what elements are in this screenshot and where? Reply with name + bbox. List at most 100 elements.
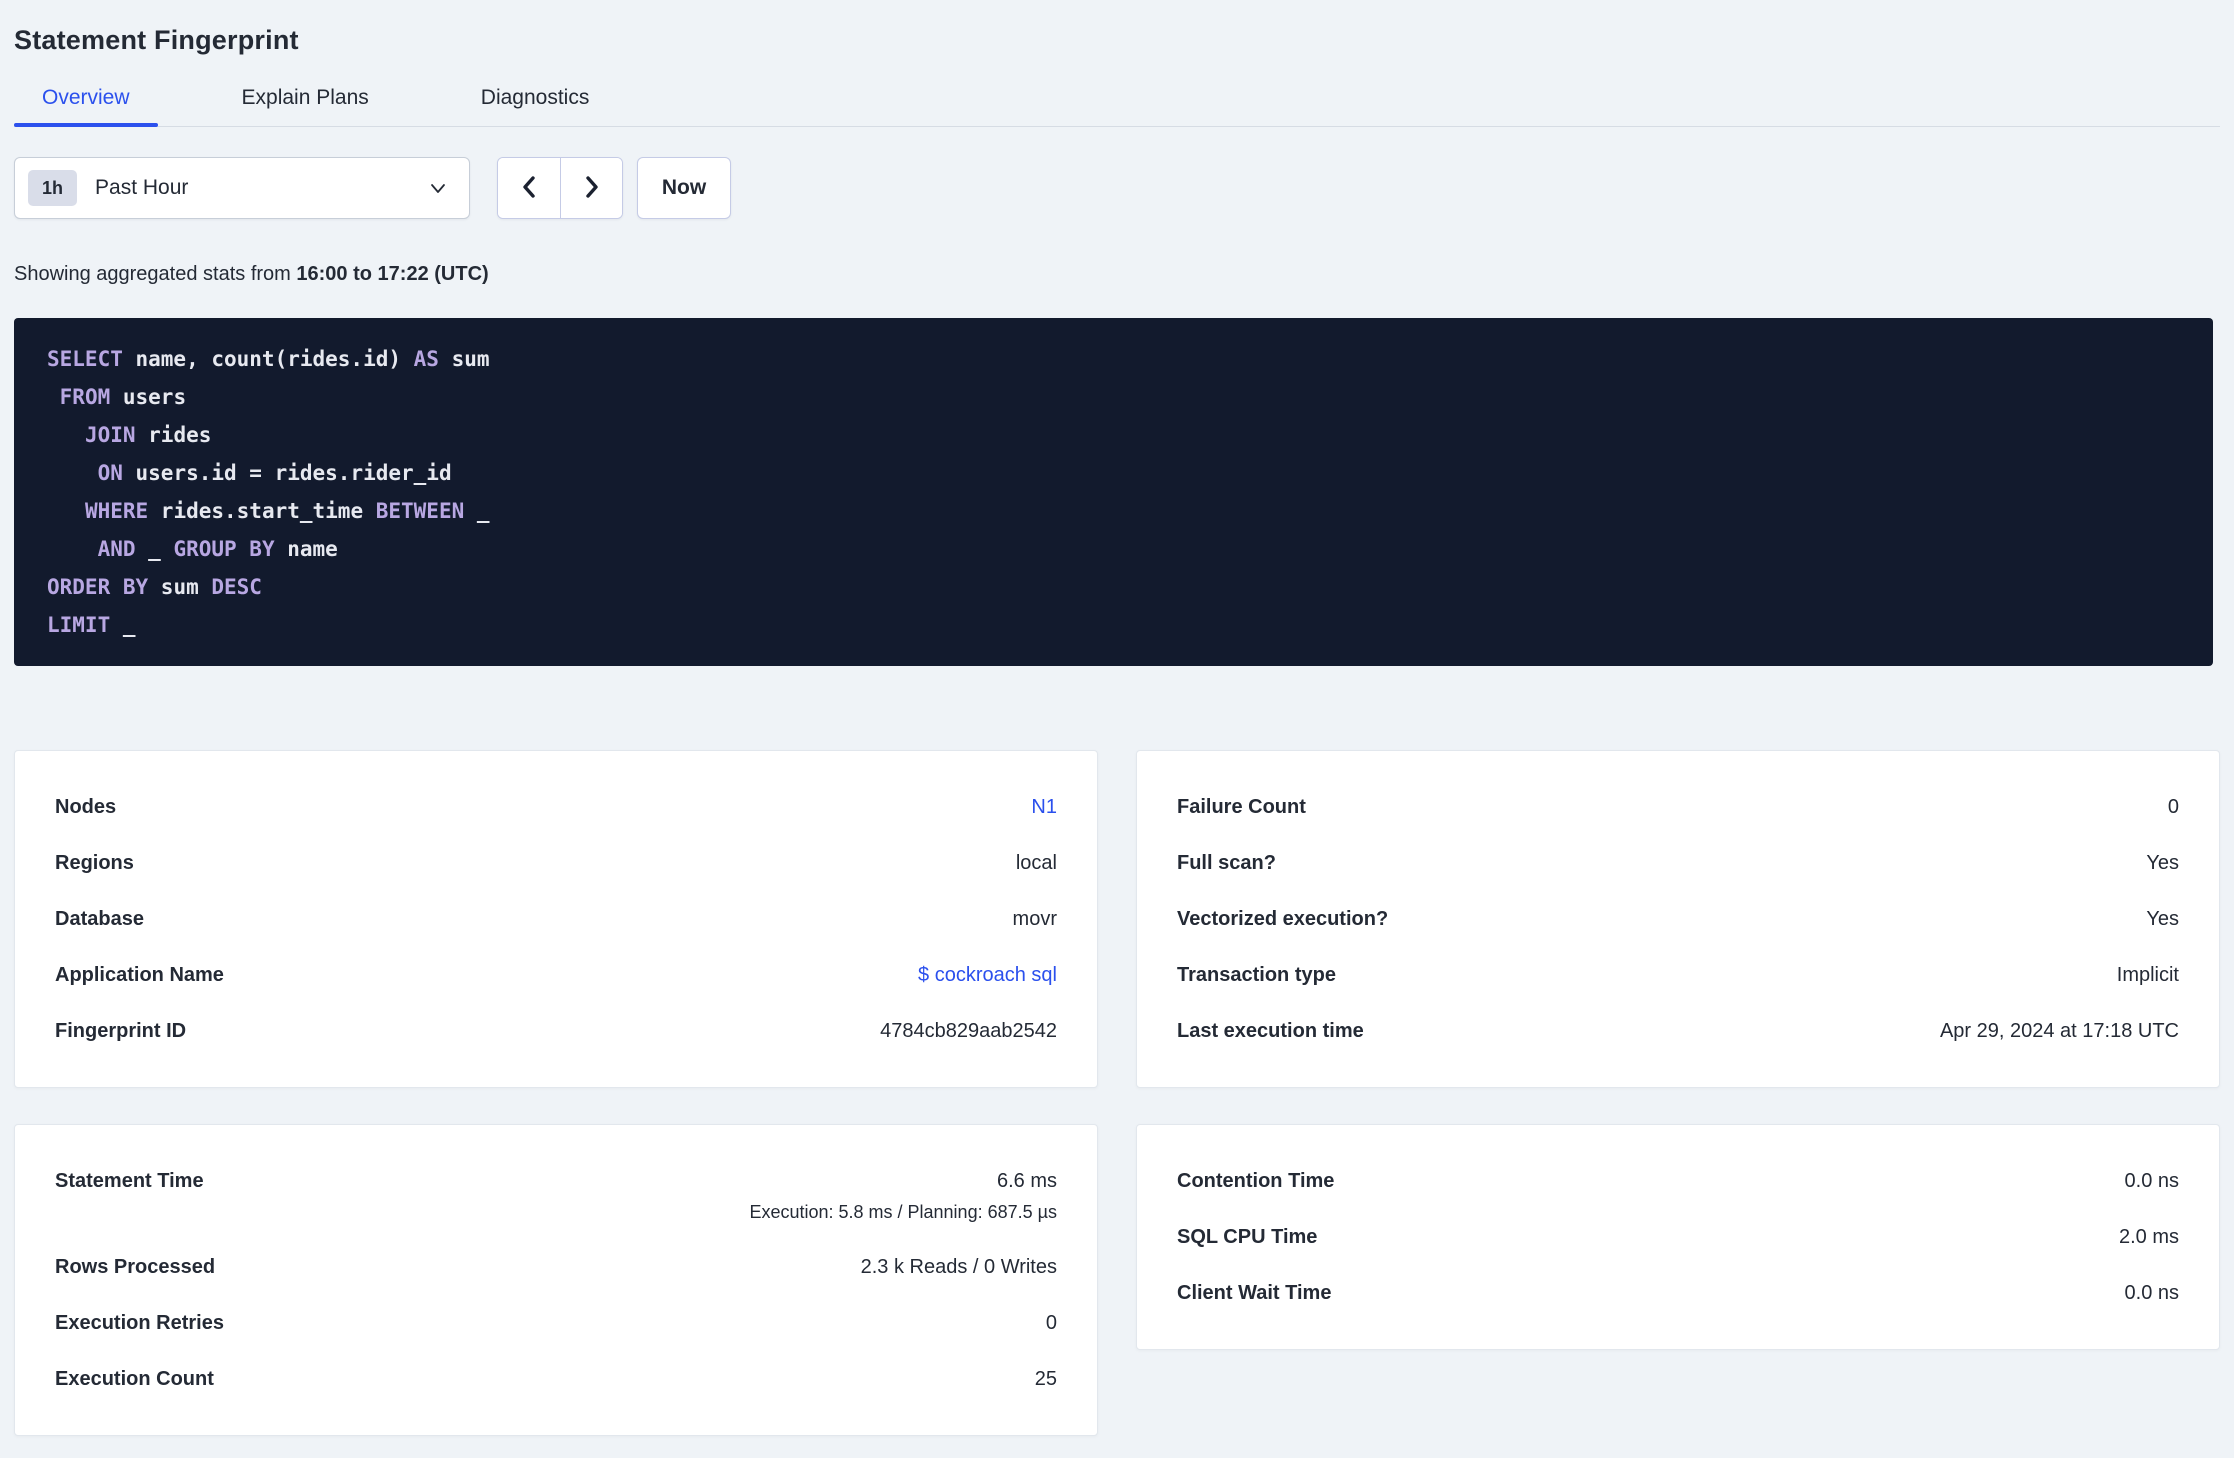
sql-line: LIMIT _ bbox=[47, 606, 2189, 644]
card-row-client-wait-time: Client Wait Time 0.0 ns bbox=[1177, 1281, 2179, 1305]
sql-identifier: name, count(rides.id) bbox=[122, 347, 414, 371]
statement-details-card: Nodes N1 Regions local Database movr Applicati… bbox=[14, 750, 1098, 1088]
value-database: movr bbox=[1012, 908, 1057, 930]
sql-line: FROM users bbox=[47, 378, 2189, 416]
sql-identifier: _ bbox=[464, 499, 490, 523]
previous-time-button[interactable] bbox=[498, 158, 560, 218]
sql-keyword: AND bbox=[97, 537, 136, 561]
tab-diagnostics[interactable]: Diagnostics bbox=[453, 86, 618, 126]
row-value-wrap: 6.6 ms Execution: 5.8 ms / Planning: 687.… bbox=[749, 1169, 1057, 1223]
value-statement-time: 6.6 ms bbox=[996, 1170, 1057, 1192]
sql-line: SELECT name, count(rides.id) AS sum bbox=[47, 340, 2189, 378]
sql-identifier bbox=[47, 385, 60, 409]
now-button[interactable]: Now bbox=[637, 157, 731, 219]
tab-overview[interactable]: Overview bbox=[14, 86, 158, 127]
sql-code: SELECT name, count(rides.id) AS sum FROM… bbox=[47, 340, 2189, 644]
row-value-wrap: Implicit bbox=[2117, 963, 2179, 987]
row-value-wrap: $ cockroach sql bbox=[918, 963, 1057, 987]
sql-identifier bbox=[47, 499, 85, 523]
row-label-transaction-type: Transaction type bbox=[1177, 964, 1336, 986]
row-value-wrap: N1 bbox=[1031, 795, 1057, 819]
sql-identifier: rides bbox=[135, 423, 212, 447]
row-value-wrap: movr bbox=[1013, 907, 1057, 931]
sql-line: ORDER BY sum DESC bbox=[47, 568, 2189, 606]
row-label-nodes: Nodes bbox=[55, 796, 117, 818]
sql-line: AND _ GROUP BY name bbox=[47, 530, 2189, 568]
tab-explain-plans[interactable]: Explain Plans bbox=[214, 86, 397, 126]
row-value-wrap: Apr 29, 2024 at 17:18 UTC bbox=[1940, 1019, 2179, 1043]
statement-timing-card: Statement Time 6.6 ms Execution: 5.8 ms / … bbox=[14, 1124, 1098, 1436]
sql-line: ON users.id = rides.rider_id bbox=[47, 454, 2189, 492]
value-rows-processed: 2.3 k Reads / 0 Writes bbox=[860, 1256, 1057, 1278]
sql-identifier bbox=[47, 537, 98, 561]
sql-identifier bbox=[47, 423, 85, 447]
card-row-statement-time: Statement Time 6.6 ms Execution: 5.8 ms / … bbox=[55, 1169, 1057, 1223]
wait-time-card: Contention Time 0.0 ns SQL CPU Time 2.0 ms C… bbox=[1136, 1124, 2220, 1350]
sql-keyword: AS bbox=[413, 347, 439, 371]
value-full-scan: Yes bbox=[2146, 852, 2179, 874]
value-regions: local bbox=[1015, 852, 1057, 874]
aggregated-stats-summary: Showing aggregated stats from 16:00 to 1… bbox=[14, 263, 2220, 286]
card-row-application-name: Application Name $ cockroach sql bbox=[55, 963, 1057, 987]
value-execution-retries: 0 bbox=[1045, 1312, 1057, 1334]
row-value-wrap: 0.0 ns bbox=[2125, 1169, 2179, 1193]
row-label-statement-time: Statement Time bbox=[55, 1170, 204, 1192]
card-row-transaction-type: Transaction type Implicit bbox=[1177, 963, 2179, 987]
next-time-button[interactable] bbox=[560, 158, 622, 218]
value-fingerprint-id: 4784cb829aab2542 bbox=[880, 1020, 1057, 1042]
card-row-vectorized-execution: Vectorized execution? Yes bbox=[1177, 907, 2179, 931]
link-nodes[interactable]: N1 bbox=[1031, 795, 1057, 819]
sql-identifier: sum bbox=[148, 575, 212, 599]
row-value-wrap: 4784cb829aab2542 bbox=[880, 1019, 1057, 1043]
statement-fingerprint-page: Statement Fingerprint Overview Explain P… bbox=[0, 0, 2234, 1458]
sql-statement-box: SELECT name, count(rides.id) AS sum FROM… bbox=[14, 318, 2213, 666]
row-label-regions: Regions bbox=[55, 852, 134, 874]
sql-keyword: JOIN bbox=[84, 423, 136, 447]
time-range-dropdown[interactable]: 1h Past Hour bbox=[14, 157, 470, 219]
value-contention-time: 0.0 ns bbox=[2124, 1170, 2179, 1192]
chevron-right-icon bbox=[581, 174, 603, 203]
card-row-nodes: Nodes N1 bbox=[55, 795, 1057, 819]
row-label-last-execution-time: Last execution time bbox=[1177, 1020, 1364, 1042]
value-transaction-type: Implicit bbox=[2116, 964, 2179, 986]
sql-keyword: DESC bbox=[211, 575, 262, 599]
row-value-wrap: 2.0 ms bbox=[2119, 1225, 2179, 1249]
card-row-full-scan: Full scan? Yes bbox=[1177, 851, 2179, 875]
sql-identifier: sum bbox=[438, 347, 490, 371]
sql-keyword: ON bbox=[97, 461, 123, 485]
row-value-wrap: Yes bbox=[2146, 851, 2179, 875]
row-value-wrap: 0.0 ns bbox=[2125, 1281, 2179, 1305]
value-vectorized-execution: Yes bbox=[2146, 908, 2179, 930]
execution-attributes-card: Failure Count 0 Full scan? Yes Vectorized ex… bbox=[1136, 750, 2220, 1088]
row-value-wrap: Yes bbox=[2146, 907, 2179, 931]
link-application-name[interactable]: $ cockroach sql bbox=[918, 963, 1057, 987]
page-title: Statement Fingerprint bbox=[14, 25, 299, 55]
chevron-left-icon bbox=[518, 174, 540, 203]
card-row-fingerprint-id: Fingerprint ID 4784cb829aab2542 bbox=[55, 1019, 1057, 1043]
card-row-last-execution-time: Last execution time Apr 29, 2024 at 17:18… bbox=[1177, 1019, 2179, 1043]
row-label-execution-retries: Execution Retries bbox=[55, 1312, 224, 1334]
card-row-database: Database movr bbox=[55, 907, 1057, 931]
time-range-badge: 1h bbox=[28, 170, 78, 206]
sql-keyword: GROUP BY bbox=[173, 537, 275, 561]
sql-identifier: name bbox=[274, 537, 338, 561]
card-row-sql-cpu-time: SQL CPU Time 2.0 ms bbox=[1177, 1225, 2179, 1249]
sql-keyword: LIMIT bbox=[47, 613, 111, 637]
row-label-sql-cpu-time: SQL CPU Time bbox=[1177, 1226, 1318, 1248]
sql-line: WHERE rides.start_time BETWEEN _ bbox=[47, 492, 2189, 530]
tab-bar: Overview Explain Plans Diagnostics bbox=[14, 86, 2220, 127]
value-client-wait-time: 0.0 ns bbox=[2124, 1282, 2179, 1304]
value-failure-count: 0 bbox=[2167, 796, 2179, 818]
row-label-database: Database bbox=[55, 908, 144, 930]
time-nav-buttons bbox=[497, 157, 623, 219]
row-label-application-name: Application Name bbox=[55, 964, 224, 986]
row-label-execution-count: Execution Count bbox=[55, 1368, 214, 1390]
sql-line: JOIN rides bbox=[47, 416, 2189, 454]
row-value-wrap: 25 bbox=[1035, 1367, 1057, 1391]
subvalue-statement-time: Execution: 5.8 ms / Planning: 687.5 µs bbox=[749, 1202, 1057, 1222]
sql-identifier: users bbox=[110, 385, 187, 409]
card-row-execution-retries: Execution Retries 0 bbox=[55, 1311, 1057, 1335]
value-last-execution-time: Apr 29, 2024 at 17:18 UTC bbox=[1939, 1020, 2179, 1042]
time-range-label: Past Hour bbox=[95, 176, 189, 199]
sql-identifier: _ bbox=[135, 537, 174, 561]
